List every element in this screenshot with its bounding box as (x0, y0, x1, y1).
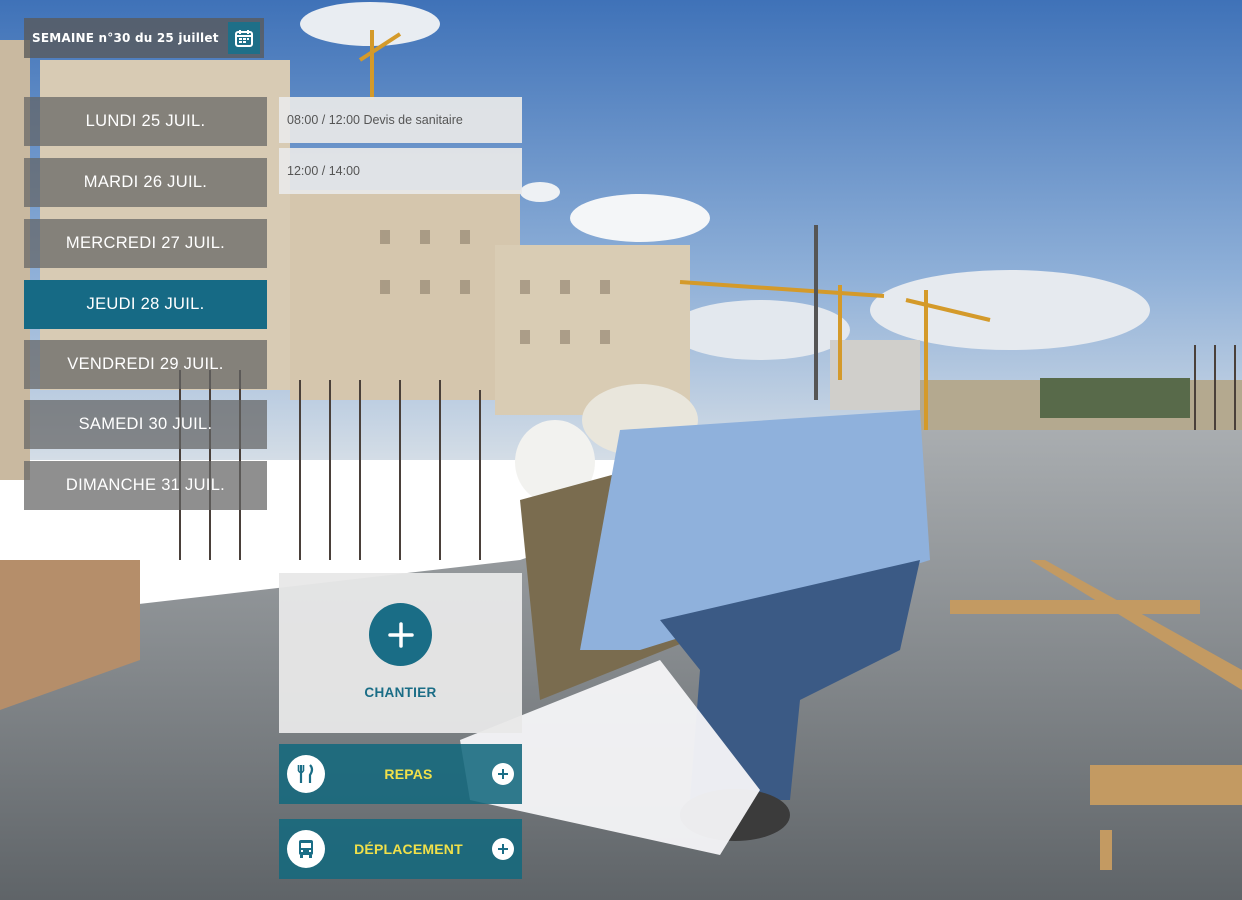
day-item-dimanche[interactable]: DIMANCHE 31 JUIL. (24, 461, 267, 510)
deplacement-label: DÉPLACEMENT (354, 841, 463, 857)
calendar-button[interactable] (228, 22, 260, 54)
day-item-lundi[interactable]: LUNDI 25 JUIL. (24, 97, 267, 146)
add-deplacement-icon[interactable] (492, 838, 514, 860)
utensils-icon (287, 755, 325, 793)
day-item-mardi[interactable]: MARDI 26 JUIL. (24, 158, 267, 207)
day-item-jeudi[interactable]: JEUDI 28 JUIL. (24, 280, 267, 329)
day-item-mercredi[interactable]: MERCREDI 27 JUIL. (24, 219, 267, 268)
day-item-vendredi[interactable]: VENDREDI 29 JUIL. (24, 340, 267, 389)
repas-button[interactable]: REPAS (279, 744, 522, 804)
deplacement-button[interactable]: DÉPLACEMENT (279, 819, 522, 879)
plus-icon (369, 603, 432, 666)
calendar-icon (235, 30, 253, 47)
day-item-samedi[interactable]: SAMEDI 30 JUIL. (24, 400, 267, 449)
chantier-label: CHANTIER (364, 685, 437, 700)
time-slot-lunch[interactable]: 12:00 / 14:00 (279, 148, 522, 194)
add-chantier-button[interactable]: CHANTIER (279, 573, 522, 733)
add-repas-icon[interactable] (492, 763, 514, 785)
week-label: SEMAINE n°30 du 25 juillet (32, 31, 219, 45)
repas-label: REPAS (384, 766, 433, 782)
week-header: SEMAINE n°30 du 25 juillet (24, 18, 264, 58)
bus-icon (287, 830, 325, 868)
time-slot-morning[interactable]: 08:00 / 12:00 Devis de sanitaire (279, 97, 522, 143)
